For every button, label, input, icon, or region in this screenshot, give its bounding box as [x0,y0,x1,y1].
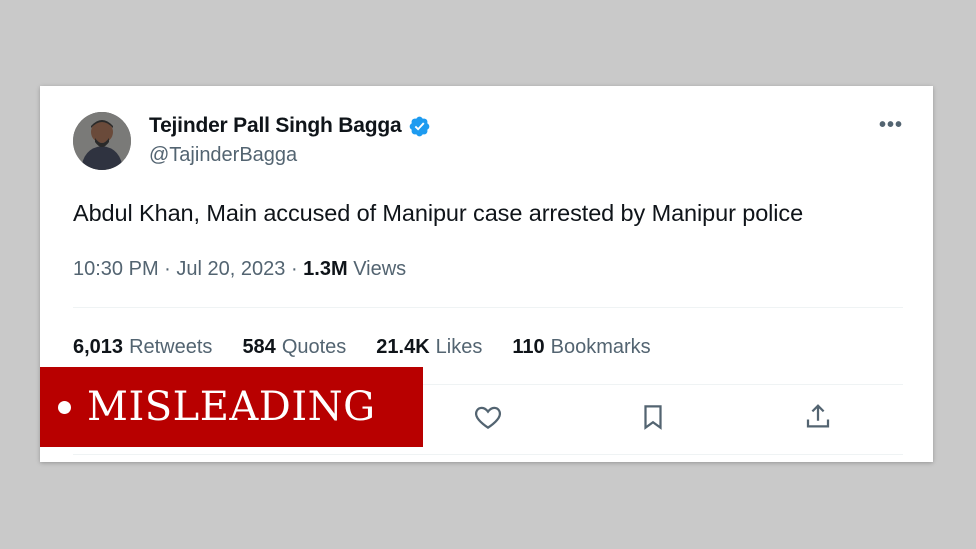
verified-badge-icon [408,115,431,138]
divider [73,454,903,455]
likes-label: Likes [435,336,483,358]
likes-stat[interactable]: 21.4K Likes [376,336,482,359]
divider [73,307,903,308]
quotes-count: 584 [242,336,276,358]
bullet-icon [58,400,71,414]
likes-count: 21.4K [376,336,430,358]
tweet-text: Abdul Khan, Main accused of Manipur case… [73,200,804,226]
heart-icon[interactable] [473,402,505,434]
misleading-banner: MISLEADING [40,367,423,447]
misleading-label: MISLEADING [87,384,376,430]
retweets-stat[interactable]: 6,013 Retweets [73,336,212,359]
meta-separator: · [164,258,177,280]
tweet-meta: 10:30 PM · Jul 20, 2023 · 1.3M Views [73,258,406,281]
author-name-row: Tejinder Pall Singh Bagga [149,114,431,138]
author-handle[interactable]: @TajinderBagga [149,144,297,167]
quotes-label: Quotes [281,336,347,358]
author-display-name[interactable]: Tejinder Pall Singh Bagga [149,114,402,138]
views-count: 1.3M [303,258,348,280]
share-icon[interactable] [803,402,835,434]
bookmarks-count: 110 [512,336,545,358]
tweet-stats: 6,013 Retweets 584 Quotes 21.4K Likes 110 Bo… [73,336,651,359]
avatar[interactable] [73,112,131,170]
bookmarks-stat[interactable]: 110 Bookmarks [512,336,650,359]
retweets-count: 6,013 [73,336,124,358]
bookmark-icon[interactable] [638,402,670,434]
avatar-image [73,112,131,170]
quotes-stat[interactable]: 584 Quotes [242,336,346,359]
bookmarks-label: Bookmarks [550,336,651,358]
meta-separator: · [290,258,304,280]
more-options-icon[interactable]: ••• [879,114,903,137]
retweets-label: Retweets [129,336,213,358]
views-label: Views [353,258,407,280]
tweet-time[interactable]: 10:30 PM [73,258,159,280]
tweet-date[interactable]: Jul 20, 2023 [176,258,285,280]
